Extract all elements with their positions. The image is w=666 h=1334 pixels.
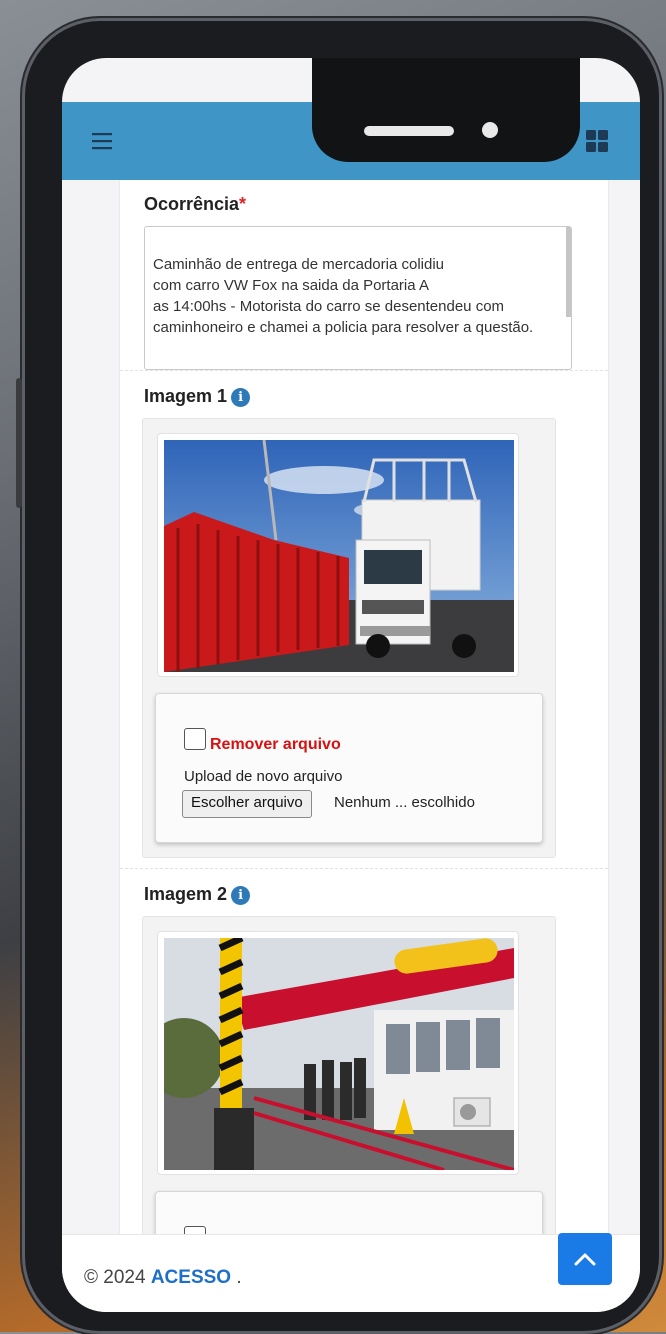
footer: © 2024 ACESSO . [62,1233,640,1312]
occurrence-label-text: Ocorrência [144,194,240,214]
occurrence-label: Ocorrência* [144,194,246,215]
remove-file-checkbox[interactable] [184,1226,206,1234]
occurrence-text: Caminhão de entrega de mercadoria colidi… [153,256,534,336]
remove-file-label[interactable]: Remover arquivo [210,736,341,754]
upload-new-file-label: Upload de novo arquivo [184,768,343,785]
occurrence-textarea[interactable]: Caminhão de entrega de mercadoria colidi… [144,226,572,370]
image1-panel: Remover arquivo Upload de novo arquivo E… [142,418,556,858]
gatehouse-photo [164,938,514,1170]
image1-label-text: Imagem 1 [144,386,228,406]
required-mark: * [239,194,247,214]
grid-icon[interactable] [580,124,614,158]
image2-panel [142,916,556,1234]
image1-label: Imagem 1i [144,386,251,407]
screen: Ocorrência* Caminhão de entrega de merca… [62,58,640,1312]
copyright-year: © 2024 [84,1267,146,1288]
section-divider [120,370,608,371]
choose-file-button[interactable]: Escolher arquivo [182,790,312,818]
scroll-to-top-button[interactable] [558,1233,612,1285]
notch [312,58,580,162]
copyright-suffix: . [236,1267,242,1288]
truck-photo [164,440,514,672]
section-divider [120,868,608,869]
hamburger-icon[interactable] [86,124,120,158]
image2-upload-box [155,1191,543,1234]
form-card: Ocorrência* Caminhão de entrega de merca… [120,180,608,1234]
form-content[interactable]: Ocorrência* Caminhão de entrega de merca… [62,180,640,1234]
chevron-up-icon [574,1253,596,1266]
side-button [16,378,22,508]
image1-upload-box: Remover arquivo Upload de novo arquivo E… [155,693,543,843]
remove-file-checkbox[interactable] [184,728,206,750]
info-icon[interactable]: i [231,388,251,407]
info-icon[interactable]: i [231,886,251,905]
image2-thumbnail[interactable] [157,931,519,1175]
file-status-text: Nenhum ... escolhido [334,794,475,811]
image1-thumbnail[interactable] [157,433,519,677]
speaker [364,126,454,136]
image2-label-text: Imagem 2 [144,884,228,904]
brand-link[interactable]: ACESSO [151,1267,231,1288]
front-camera [482,122,498,138]
image2-label: Imagem 2i [144,884,251,905]
copyright-text: © 2024 ACESSO . [84,1267,242,1289]
textarea-scrollbar[interactable] [566,227,571,317]
